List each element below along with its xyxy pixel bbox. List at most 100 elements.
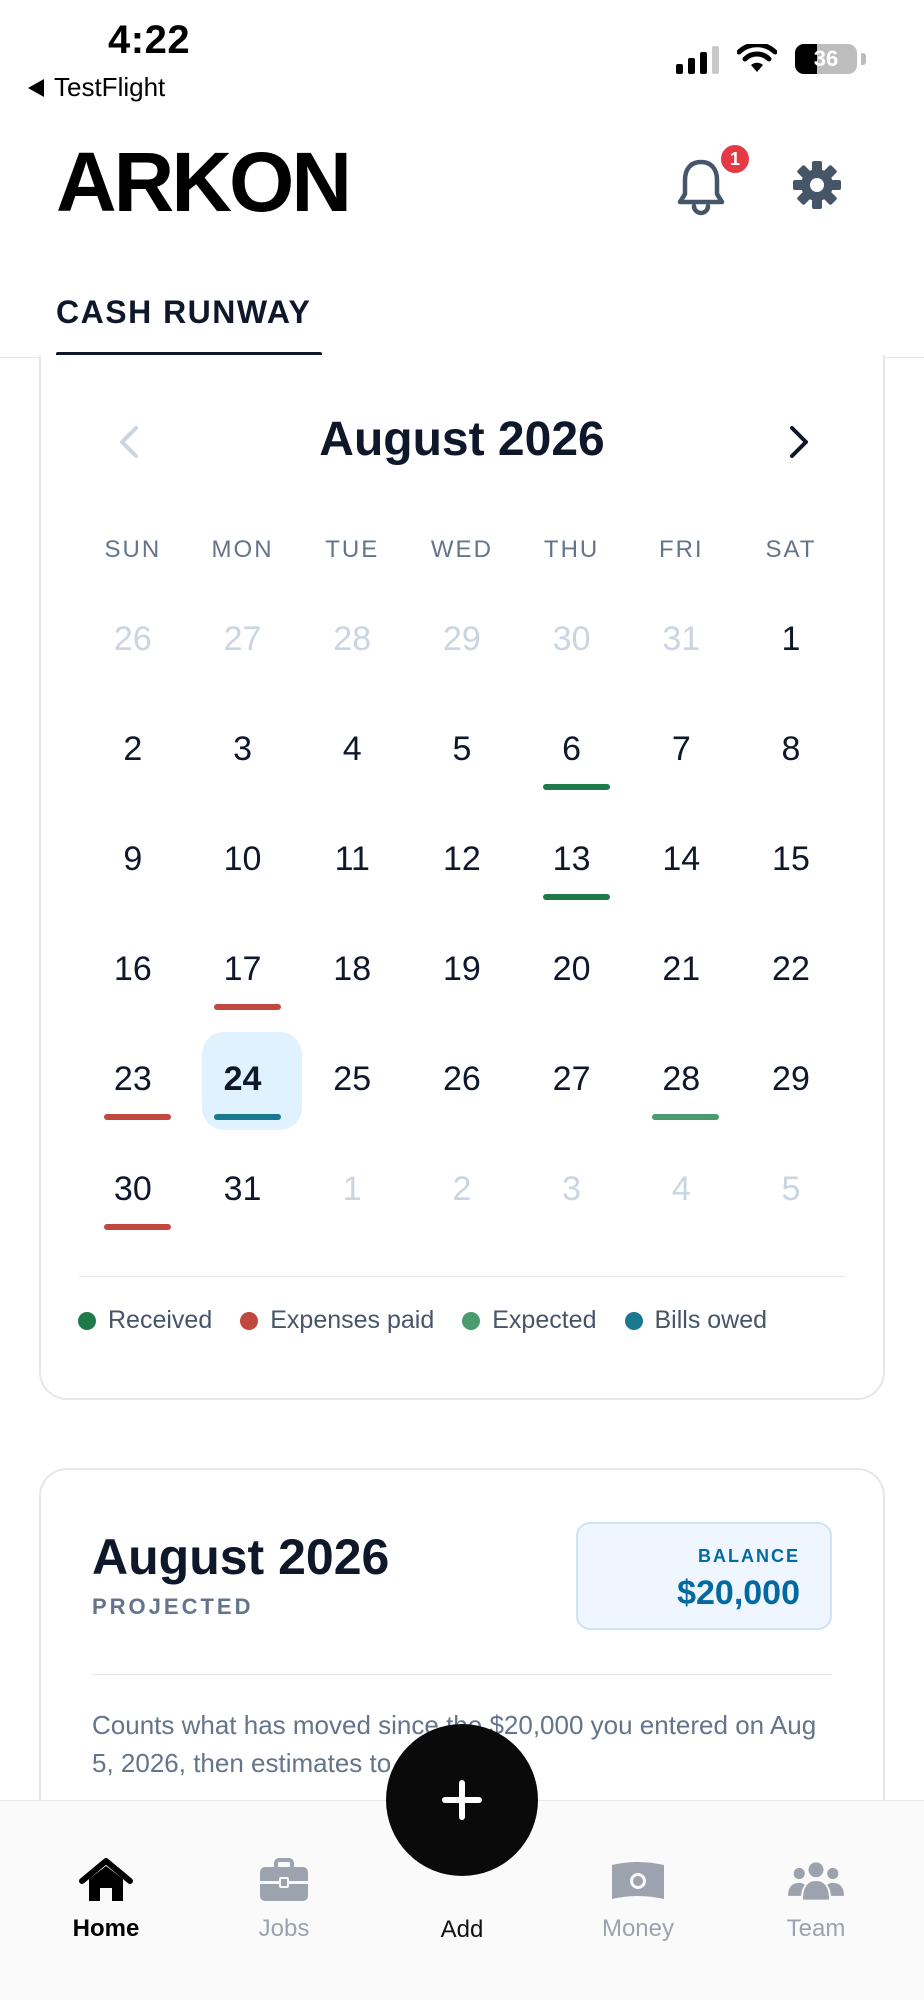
calendar-day-number: 12 (442, 840, 481, 878)
briefcase-icon (260, 1858, 308, 1901)
calendar-day[interactable]: 7 (626, 698, 736, 808)
calendar-day[interactable]: 31 (188, 1138, 298, 1248)
calendar-day[interactable]: 17 (188, 918, 298, 1028)
calendar-day[interactable]: 30 (78, 1138, 188, 1248)
calendar-day-number: 17 (223, 950, 262, 988)
money-icon (612, 1862, 664, 1899)
calendar-day-number: 23 (113, 1060, 152, 1098)
calendar-day[interactable]: 13 (517, 808, 627, 918)
calendar-day-number: 2 (452, 1170, 472, 1208)
nav-jobs[interactable]: Jobs (214, 1857, 354, 1943)
tab-bar: CASH RUNWAY (0, 280, 924, 358)
nav-money[interactable]: Money (568, 1857, 708, 1943)
gear-icon (793, 161, 841, 209)
back-arrow-icon (28, 78, 44, 97)
day-marker-expected (652, 1114, 720, 1120)
calendar-day-number: 29 (772, 1060, 810, 1098)
calendar-day[interactable]: 27 (517, 1028, 627, 1138)
calendar-day[interactable]: 10 (188, 808, 298, 918)
calendar-week: 26 27 28 29 30 31 1 (78, 588, 846, 698)
calendar-day[interactable]: 4 (626, 1138, 736, 1248)
calendar-day-number: 31 (223, 1170, 262, 1208)
nav-team[interactable]: Team (746, 1857, 886, 1943)
next-month-button[interactable] (779, 422, 819, 462)
nav-home[interactable]: Home (36, 1857, 176, 1943)
day-marker-received (542, 784, 610, 790)
calendar-day[interactable]: 27 (188, 588, 298, 698)
calendar-day-number: 1 (781, 620, 801, 658)
legend-item-expected: Expected (462, 1306, 597, 1335)
legend-label: Bills owed (654, 1306, 768, 1334)
calendar-day[interactable]: 3 (188, 698, 298, 808)
calendar-day[interactable]: 1 (736, 588, 846, 698)
calendar-day-number: 10 (223, 840, 262, 878)
nav-money-label: Money (601, 1915, 675, 1942)
calendar-day-today[interactable]: 24 (188, 1028, 302, 1138)
calendar-day[interactable]: 25 (297, 1028, 407, 1138)
calendar-day-number: 16 (113, 950, 152, 988)
nav-team-label: Team (786, 1915, 846, 1942)
calendar-day[interactable]: 26 (78, 588, 188, 698)
calendar-day[interactable]: 15 (736, 808, 846, 918)
calendar-day[interactable]: 9 (78, 808, 188, 918)
tab-cash-runway[interactable]: CASH RUNWAY (56, 294, 311, 331)
legend-dot-icon (240, 1311, 259, 1330)
calendar-day-number: 14 (662, 840, 701, 878)
notifications-button[interactable] (676, 158, 726, 216)
calendar-day[interactable]: 29 (736, 1028, 846, 1138)
app-logo: ARKON (56, 135, 352, 229)
legend-item-expenses: Expenses paid (240, 1306, 434, 1335)
calendar-day[interactable]: 2 (78, 698, 188, 808)
day-marker-expenses (213, 1004, 281, 1010)
calendar-day[interactable]: 11 (297, 808, 407, 918)
calendar-day-number: 5 (781, 1170, 801, 1208)
calendar-day[interactable]: 30 (517, 588, 627, 698)
calendar-day[interactable]: 4 (297, 698, 407, 808)
calendar-day[interactable]: 28 (626, 1028, 736, 1138)
calendar-day[interactable]: 2 (407, 1138, 517, 1248)
calendar-day[interactable]: 6 (517, 698, 627, 808)
calendar-day[interactable]: 28 (297, 588, 407, 698)
calendar-day[interactable]: 14 (626, 808, 736, 918)
calendar-day[interactable]: 16 (78, 918, 188, 1028)
calendar-day[interactable]: 23 (78, 1028, 188, 1138)
calendar-day[interactable]: 18 (297, 918, 407, 1028)
calendar-day[interactable]: 3 (517, 1138, 627, 1248)
calendar-day[interactable]: 20 (517, 918, 627, 1028)
status-time: 4:22 (108, 18, 191, 62)
calendar-day[interactable]: 12 (407, 808, 517, 918)
plus-icon (442, 1780, 482, 1820)
calendar-week: 30 31 1 2 3 4 5 (78, 1138, 846, 1248)
projection-subtitle: PROJECTED (92, 1594, 254, 1619)
calendar-day-number: 20 (552, 950, 591, 988)
calendar-day[interactable]: 31 (626, 588, 736, 698)
calendar-day-number: 4 (342, 730, 362, 768)
calendar-day[interactable]: 26 (407, 1028, 517, 1138)
calendar-day[interactable]: 19 (407, 918, 517, 1028)
calendar-grid: 26 27 28 29 30 31 1 2 3 4 5 6 7 8 9 10 11 12 13 14 15 16 17 18 1… (78, 588, 846, 1248)
calendar-day[interactable]: 5 (736, 1138, 846, 1248)
team-icon (788, 1862, 844, 1900)
calendar-day[interactable]: 21 (626, 918, 736, 1028)
settings-button[interactable] (792, 160, 842, 210)
calendar-day[interactable]: 5 (407, 698, 517, 808)
calendar-day-number: 2 (123, 730, 143, 768)
calendar-day[interactable]: 29 (407, 588, 517, 698)
balance-box[interactable]: BALANCE $20,000 (576, 1522, 832, 1630)
weekday-tue: TUE (325, 536, 380, 563)
calendar-day[interactable]: 1 (297, 1138, 407, 1248)
add-button[interactable] (386, 1724, 538, 1876)
calendar-day-number: 26 (442, 1060, 481, 1098)
calendar-day[interactable]: 8 (736, 698, 846, 808)
calendar-day-number: 19 (442, 950, 481, 988)
weekday-sat: SAT (765, 536, 817, 563)
projection-divider (92, 1674, 832, 1675)
calendar-day[interactable]: 22 (736, 918, 846, 1028)
calendar-divider (79, 1276, 845, 1277)
calendar-day-number: 29 (442, 620, 481, 658)
back-to-testflight[interactable]: TestFlight (28, 72, 165, 103)
battery-level: 36 (813, 46, 839, 71)
day-marker-expenses (104, 1224, 171, 1230)
legend-label: Expected (492, 1306, 597, 1334)
day-marker-received (542, 894, 610, 900)
